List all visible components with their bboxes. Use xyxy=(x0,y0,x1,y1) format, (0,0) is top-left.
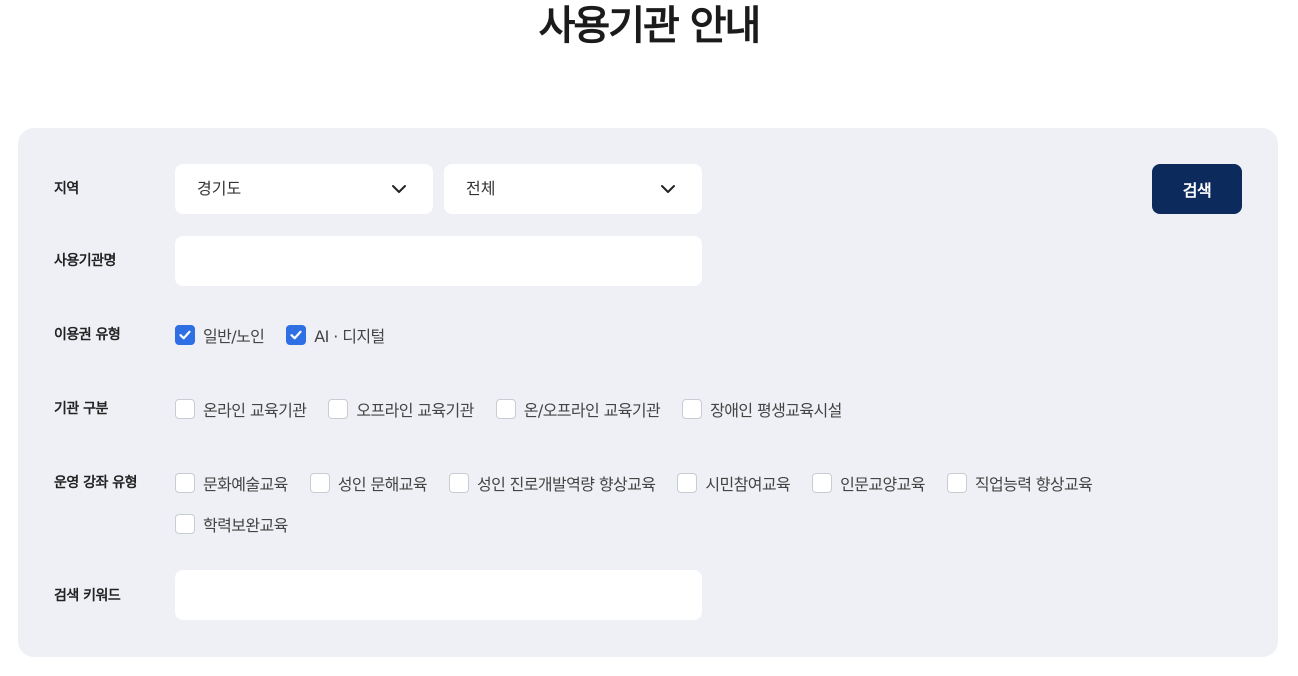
search-button[interactable]: 검색 xyxy=(1152,164,1242,214)
course-vocational-checkbox[interactable]: 직업능력 향상교육 xyxy=(946,471,1093,495)
voucher-type-general-checkbox[interactable]: 일반/노인 xyxy=(175,323,265,347)
category-online-checkbox[interactable]: 온라인 교육기관 xyxy=(175,397,307,421)
checkbox-label: 오프라인 교육기관 xyxy=(356,401,474,420)
course-academic-supplement-checkbox[interactable]: 학력보완교육 xyxy=(175,512,288,536)
course-civic-participation-checkbox[interactable]: 시민참여교육 xyxy=(677,471,791,495)
checkbox-box xyxy=(309,473,330,493)
course-type-options-row-1: 문화예술교육 성인 문해교육 성인 진로개발역량 향상교육 시민참여교육 인문교… xyxy=(175,471,1114,495)
course-type-options-row-2: 학력보완교육 xyxy=(175,512,310,536)
checkbox-checked-icon xyxy=(286,325,307,345)
checkbox-box xyxy=(328,399,349,419)
chevron-down-icon xyxy=(392,185,406,193)
course-humanities-checkbox[interactable]: 인문교양교육 xyxy=(812,471,925,495)
page-title: 사용기관 안내 xyxy=(538,3,762,49)
checkbox-box xyxy=(495,399,516,419)
institution-name-input[interactable] xyxy=(175,236,702,286)
checkbox-label: 장애인 평생교육시설 xyxy=(710,401,842,420)
checkbox-box xyxy=(682,399,703,419)
institution-category-label: 기관 구분 xyxy=(54,401,108,417)
institution-name-label: 사용기관명 xyxy=(54,253,116,269)
checkbox-label: 일반/노인 xyxy=(203,327,265,346)
checkbox-label: AI · 디지털 xyxy=(314,327,385,346)
voucher-type-ai-digital-checkbox[interactable]: AI · 디지털 xyxy=(286,323,385,347)
course-adult-literacy-checkbox[interactable]: 성인 문해교육 xyxy=(309,471,428,495)
checkbox-box xyxy=(175,473,195,493)
course-career-development-checkbox[interactable]: 성인 진로개발역량 향상교육 xyxy=(448,471,656,495)
chevron-down-icon xyxy=(661,185,675,193)
checkbox-label: 성인 진로개발역량 향상교육 xyxy=(476,475,656,494)
province-select[interactable]: 경기도 xyxy=(175,164,433,214)
checkbox-label: 인문교양교육 xyxy=(840,475,925,494)
course-type-label: 운영 강좌 유형 xyxy=(54,475,138,491)
checkbox-box xyxy=(946,473,967,493)
category-disability-facility-checkbox[interactable]: 장애인 평생교육시설 xyxy=(682,397,842,421)
checkbox-box xyxy=(677,473,698,493)
district-select[interactable]: 전체 xyxy=(444,164,702,214)
checkbox-label: 학력보완교육 xyxy=(203,516,288,535)
checkbox-box xyxy=(448,473,469,493)
category-offline-checkbox[interactable]: 오프라인 교육기관 xyxy=(328,397,474,421)
keyword-label: 검색 키워드 xyxy=(54,588,121,604)
checkbox-label: 직업능력 향상교육 xyxy=(974,475,1093,494)
checkbox-label: 온/오프라인 교육기관 xyxy=(523,401,661,420)
checkbox-box xyxy=(812,473,833,493)
checkbox-checked-icon xyxy=(175,325,195,345)
institution-category-options: 온라인 교육기관 오프라인 교육기관 온/오프라인 교육기관 장애인 평생교육시… xyxy=(175,397,864,421)
checkbox-label: 온라인 교육기관 xyxy=(203,401,307,420)
checkbox-box xyxy=(175,514,195,534)
checkbox-label: 성인 문해교육 xyxy=(337,475,428,494)
checkbox-box xyxy=(175,399,195,419)
checkbox-label: 문화예술교육 xyxy=(203,475,288,494)
region-label: 지역 xyxy=(54,181,79,197)
course-culture-arts-checkbox[interactable]: 문화예술교육 xyxy=(175,471,288,495)
voucher-type-options: 일반/노인 AI · 디지털 xyxy=(175,323,407,347)
voucher-type-label: 이용권 유형 xyxy=(54,327,121,343)
keyword-input[interactable] xyxy=(175,570,702,620)
province-select-value: 경기도 xyxy=(197,179,242,198)
search-filter-panel: 지역 경기도 전체 검색 사용기관명 이용권 유형 일반/노인 AI · 디지털… xyxy=(18,128,1278,657)
checkbox-label: 시민참여교육 xyxy=(705,475,791,494)
category-on-offline-checkbox[interactable]: 온/오프라인 교육기관 xyxy=(495,397,661,421)
district-select-value: 전체 xyxy=(466,179,496,198)
